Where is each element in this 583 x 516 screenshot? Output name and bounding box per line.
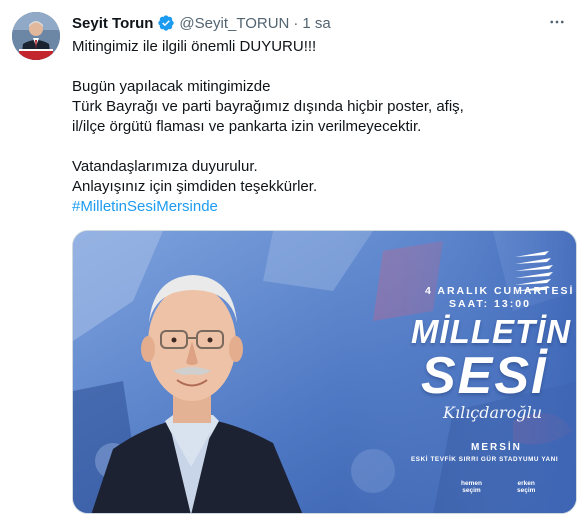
poster-venue: ESKİ TEVFİK SIRRI GÜR STADYUMU YANI — [411, 456, 559, 463]
tweet-line: Mitingimiz ile ilgili önemli DUYURU!!! — [72, 38, 317, 55]
tweet-line: Türk Bayrağı ve parti bayrağımız dışında… — [72, 98, 464, 115]
avatar[interactable] — [12, 12, 60, 60]
tweet-line: Vatandaşlarımıza duyurulur. — [72, 158, 258, 175]
erken-secim-logo: erken seçim — [517, 480, 535, 494]
poster-time: SAAT: 13:00 — [449, 298, 531, 310]
poster-signature: Kılıçdaroğlu — [443, 403, 542, 422]
poster-date: 4 ARALIK CUMARTESİ — [425, 285, 575, 297]
tweet-line: Bugün yapılacak mitingimizde — [72, 78, 271, 95]
poster-city: MERSİN — [471, 442, 522, 453]
tweet[interactable]: Seyit Torun @Seyit_TORUN · 1 sa Mitingim… — [0, 0, 583, 516]
hashtag-link[interactable]: #MilletinSesiMersinde — [72, 198, 218, 215]
timestamp[interactable]: 1 sa — [302, 15, 330, 32]
display-name[interactable]: Seyit Torun — [72, 15, 153, 32]
media-image[interactable]: 4 ARALIK CUMARTESİ SAAT: 13:00 MİLLETİN … — [72, 230, 577, 514]
logo-1-word-1: hemen — [461, 480, 482, 487]
logo-2-word-2: seçim — [517, 487, 536, 494]
avatar-image — [12, 12, 60, 60]
handle[interactable]: @Seyit_TORUN — [179, 15, 289, 32]
tweet-line: il/ilçe örgütü flaması ve pankarta izin … — [72, 118, 422, 135]
separator-dot: · — [293, 14, 299, 32]
more-options-icon[interactable] — [545, 12, 569, 32]
tweet-line: Anlayışınız için şimdiden teşekkürler. — [72, 178, 318, 195]
poster-title-line-2: SESİ — [421, 347, 548, 405]
tweet-header: Seyit Torun @Seyit_TORUN · 1 sa — [72, 12, 569, 34]
hemen-secim-logo: hemen seçim — [461, 480, 482, 494]
verified-badge-icon — [157, 14, 175, 32]
logo-1-word-2: seçim — [462, 487, 481, 494]
logo-2-word-1: erken — [517, 480, 535, 487]
tweet-text: Mitingimiz ile ilgili önemli DUYURU!!! B… — [72, 37, 570, 217]
